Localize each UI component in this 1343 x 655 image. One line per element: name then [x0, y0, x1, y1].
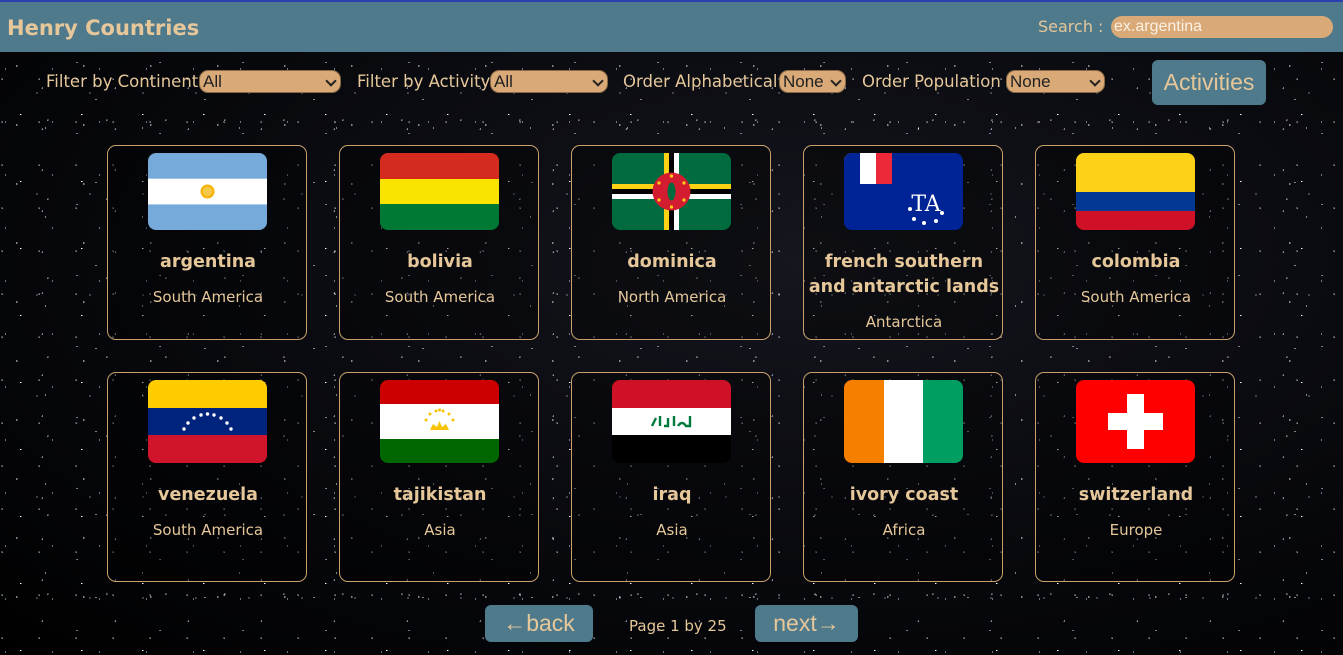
svg-text:TA: TA	[911, 192, 941, 217]
activity-filter-label: Filter by Activity	[357, 72, 491, 91]
venezuela-flag-icon	[148, 380, 267, 463]
country-continent: North America	[617, 288, 727, 306]
app-title[interactable]: Henry Countries	[7, 16, 199, 40]
french-southern-lands-flag-icon: TA	[844, 153, 963, 230]
argentina-flag-icon	[148, 153, 267, 230]
country-name: colombia	[1091, 252, 1181, 272]
bolivia-flag-icon	[380, 153, 499, 230]
search-input[interactable]	[1111, 16, 1333, 38]
country-name: dominica	[627, 252, 717, 272]
country-name: argentina	[160, 252, 256, 272]
country-name: switzerland	[1078, 485, 1194, 505]
continent-filter-label: Filter by Continent	[46, 72, 199, 91]
activities-button[interactable]: Activities	[1152, 60, 1266, 105]
country-name: ivory coast	[849, 485, 959, 505]
country-card[interactable]: venezuela South America	[107, 372, 307, 582]
country-card[interactable]: TA french southern and antarctic lands A…	[803, 145, 1003, 340]
chevron-down-icon	[592, 75, 604, 87]
filter-bar: Filter by Continent All Filter by Activi…	[0, 60, 1343, 106]
chevron-down-icon	[1089, 75, 1101, 87]
chevron-down-icon	[325, 75, 337, 87]
continent-filter-select[interactable]: All	[199, 70, 341, 93]
iraq-flag-icon	[612, 380, 731, 463]
country-continent: Europe	[1109, 521, 1163, 539]
population-order-label: Order Population	[862, 72, 1001, 91]
alphabetical-order-value: None	[783, 72, 824, 91]
country-card[interactable]: ivory coast Africa	[803, 372, 1003, 582]
country-continent: South America	[384, 288, 496, 306]
country-continent: Africa	[882, 521, 926, 539]
app-header: Henry Countries Search :	[0, 2, 1343, 52]
country-continent: South America	[1080, 288, 1192, 306]
country-card[interactable]: colombia South America	[1035, 145, 1235, 340]
country-name: venezuela	[158, 485, 258, 505]
back-button[interactable]: ←back	[485, 605, 593, 642]
continent-filter-value: All	[203, 72, 222, 91]
country-card[interactable]: switzerland Europe	[1035, 372, 1235, 582]
page-indicator: Page 1 by 25	[629, 617, 727, 635]
country-continent: South America	[152, 288, 264, 306]
country-continent: South America	[152, 521, 264, 539]
dominica-flag-icon	[612, 153, 731, 230]
activity-filter-value: All	[494, 72, 513, 91]
country-card[interactable]: dominica North America	[571, 145, 771, 340]
colombia-flag-icon	[1076, 153, 1195, 230]
country-card[interactable]: iraq Asia	[571, 372, 771, 582]
country-card[interactable]: bolivia South America	[339, 145, 539, 340]
alphabetical-order-select[interactable]: None	[779, 70, 846, 93]
country-continent: Asia	[424, 521, 456, 539]
country-card[interactable]: argentina South America	[107, 145, 307, 340]
next-button[interactable]: next→	[755, 605, 858, 642]
country-name: french southern and antarctic lands	[808, 252, 1000, 297]
country-name: iraq	[652, 485, 692, 505]
alphabetical-order-label: Order Alphabetical	[623, 72, 778, 91]
ivory-coast-flag-icon	[844, 380, 963, 463]
activity-filter-select[interactable]: All	[490, 70, 608, 93]
country-name: bolivia	[407, 252, 473, 272]
country-card[interactable]: tajikistan Asia	[339, 372, 539, 582]
tajikistan-flag-icon	[380, 380, 499, 463]
population-order-select[interactable]: None	[1006, 70, 1105, 93]
country-continent: Antarctica	[865, 313, 943, 331]
country-continent: Asia	[656, 521, 688, 539]
search-label: Search :	[1038, 17, 1104, 36]
switzerland-flag-icon	[1076, 380, 1195, 463]
country-name: tajikistan	[393, 485, 487, 505]
population-order-value: None	[1010, 72, 1051, 91]
chevron-down-icon	[830, 75, 842, 87]
